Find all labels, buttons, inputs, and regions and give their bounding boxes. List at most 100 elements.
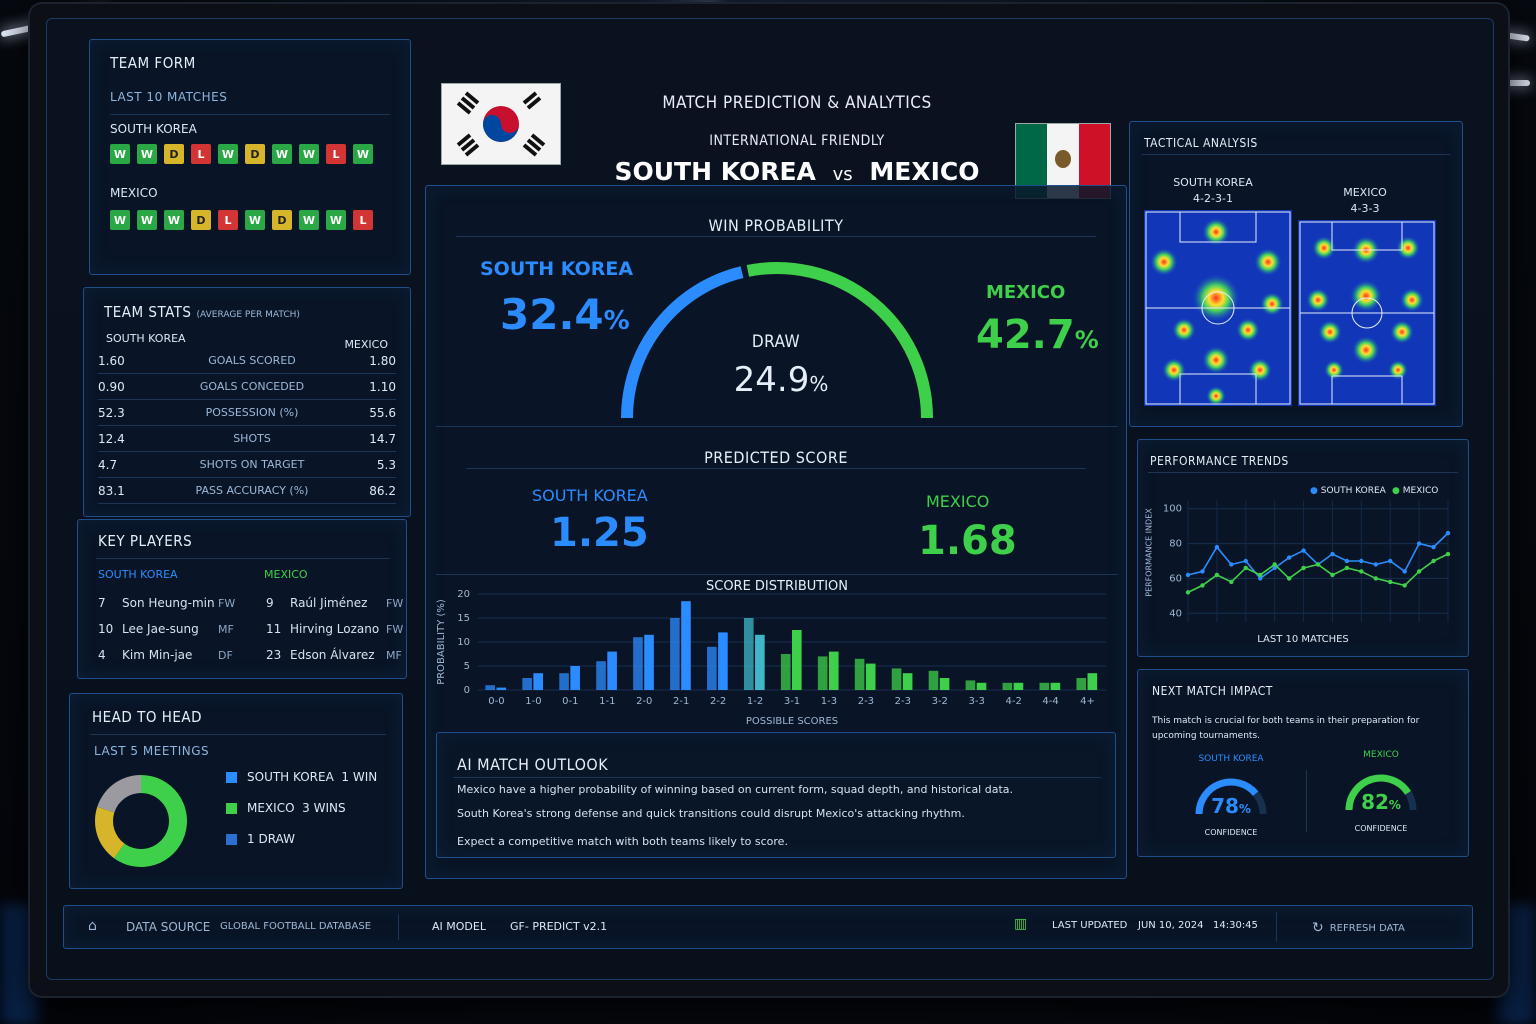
center-panel: WIN PROBABILITY SOUTH KOREA 32.4% DRAW 2… (425, 185, 1127, 879)
player-row: 4 Kim Min-jae DF (98, 648, 233, 662)
predicted-score-title: PREDICTED SCORE (704, 448, 848, 467)
player-name: Lee Jae-sung (122, 622, 199, 636)
y-tick-label: 5 (464, 661, 470, 672)
score-bar (496, 687, 507, 690)
score-bar (1050, 682, 1061, 690)
trend-point (1229, 562, 1234, 567)
score-bar (965, 680, 976, 690)
away-heatmap-pitch (1298, 220, 1436, 406)
score-bar (670, 618, 680, 690)
x-tick-label: 3-1 (784, 696, 800, 707)
form-result-badge: W (299, 144, 319, 164)
performance-trends-chart: 100 80 60 40 (1163, 500, 1451, 622)
chart-title: SCORE DISTRIBUTION (706, 579, 848, 594)
away-team-name: MEXICO (869, 157, 980, 186)
player-position: FW (386, 597, 404, 610)
x-tick-label: 2-2 (710, 696, 726, 707)
form-result-badge: W (245, 210, 265, 230)
next-match-impact-panel: NEXT MATCH IMPACT This match is crucial … (1137, 669, 1469, 857)
player-name: Son Heung-min (122, 596, 215, 610)
score-bar (485, 685, 495, 690)
stat-away-value: 14.7 (369, 431, 396, 446)
x-tick-label: 3-2 (932, 696, 948, 707)
ai-outlook-panel: AI MATCH OUTLOOK Mexico have a higher pr… (436, 732, 1116, 858)
trend-point (1445, 551, 1451, 557)
refresh-data-button[interactable]: ↻ REFRESH DATA (1312, 914, 1405, 942)
pct-sign: % (809, 372, 829, 396)
trend-point (1286, 576, 1292, 581)
x-tick-label: 0-0 (488, 696, 504, 707)
h2h-legend-item: MEXICO 3 WINS (226, 801, 346, 815)
form-away-label: MEXICO (110, 186, 158, 200)
stat-home-value: 0.90 (98, 379, 125, 394)
tactical-away-label: MEXICO (1343, 186, 1387, 199)
impact-away-label: MEXICO (1363, 750, 1399, 760)
score-bar (817, 656, 828, 690)
outlook-line: Expect a competitive match with both tea… (457, 835, 788, 848)
data-source-label: DATA SOURCE (126, 920, 211, 934)
players-home-label: SOUTH KOREA (98, 568, 178, 581)
legend-swatch (226, 802, 237, 814)
form-home-label: SOUTH KOREA (110, 122, 197, 136)
stats-row: 1.60 GOALS SCORED 1.80 (98, 348, 396, 374)
trend-point (1416, 541, 1422, 546)
y-tick-label: 10 (457, 637, 470, 648)
trend-point (1445, 530, 1451, 536)
outlook-line: Mexico have a higher probability of winn… (457, 783, 1014, 796)
trend-point (1416, 569, 1422, 574)
player-name: Raúl Jiménez (290, 596, 368, 610)
score-bar (681, 601, 691, 690)
win-home-value-wrap: 32.4% (500, 290, 630, 339)
trend-point (1200, 583, 1205, 588)
trend-point (1301, 548, 1306, 553)
last-updated-label: LAST UPDATED (1052, 920, 1128, 931)
tactical-analysis-panel: TACTICAL ANALYSIS SOUTH KOREA 4-2-3-1 ME… (1129, 121, 1463, 427)
tactical-title: TACTICAL ANALYSIS (1144, 136, 1258, 150)
team-form-subtitle: LAST 10 MATCHES (110, 90, 228, 104)
trend-point (1359, 569, 1364, 574)
ai-model-value: GF- PREDICT v2.1 (510, 920, 608, 933)
trend-point (1214, 544, 1220, 550)
form-result-badge: L (191, 144, 211, 164)
player-name: Edson Álvarez (290, 648, 375, 662)
stat-label: SHOTS ON TARGET (199, 458, 305, 471)
h2h-legend-item: 1 DRAW (226, 832, 295, 846)
outlook-title: AI MATCH OUTLOOK (457, 755, 609, 774)
donut-slice (97, 775, 141, 813)
team-form-title: TEAM FORM (110, 54, 196, 72)
player-position: FW (218, 597, 236, 610)
y-tick-label: 15 (457, 613, 470, 624)
stats-row: 0.90 GOALS CONCEDED 1.10 (98, 374, 396, 400)
key-players-title: KEY PLAYERS (98, 532, 193, 550)
impact-home-label: SOUTH KOREA (1198, 754, 1264, 764)
score-bar (780, 654, 791, 690)
stats-row: 4.7 SHOTS ON TARGET 5.3 (98, 452, 396, 478)
trends-title: PERFORMANCE TRENDS (1150, 454, 1289, 468)
head-to-head-panel: HEAD TO HEAD LAST 5 MEETINGS SOUTH KOREA… (69, 693, 403, 889)
trend-point (1344, 565, 1350, 571)
score-bar (854, 658, 865, 690)
stat-home-value: 83.1 (98, 483, 125, 498)
trends-y-axis-label: PERFORMANCE INDEX (1144, 508, 1154, 597)
form-result-badge: W (218, 144, 238, 164)
x-tick-label: 4-4 (1042, 696, 1058, 707)
win-away-value-wrap: 42.7% (976, 312, 1099, 358)
form-result-badge: W (164, 210, 184, 230)
stat-label: GOALS CONCEDED (199, 380, 305, 393)
trend-point (1388, 579, 1393, 585)
stat-label: SHOTS (233, 432, 271, 445)
tactical-away-formation: 4-3-3 (1350, 202, 1380, 215)
pct-sign: % (1388, 798, 1401, 812)
h2h-title: HEAD TO HEAD (92, 708, 203, 726)
player-row: 11 Hirving Lozano FW (266, 622, 403, 636)
stats-row: 52.3 POSSESSION (%) 55.6 (98, 400, 396, 426)
x-tick-label: 2-0 (636, 696, 652, 707)
trend-point (1373, 562, 1378, 567)
stats-row: 83.1 PASS ACCURACY (%) 86.2 (98, 478, 396, 504)
win-away-label: MEXICO (986, 282, 1066, 303)
score-bar (755, 634, 765, 690)
y-tick-label: 0 (464, 685, 470, 696)
score-bar (644, 634, 654, 690)
stat-away-value: 55.6 (369, 405, 396, 420)
score-bar (522, 678, 532, 690)
